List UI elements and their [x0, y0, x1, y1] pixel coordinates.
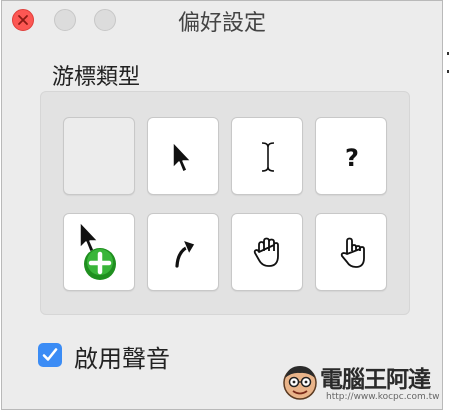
cursor-tile-arrow[interactable] — [147, 117, 219, 195]
cursor-tile-ibeam[interactable] — [231, 117, 303, 195]
cursor-tile-help[interactable]: ? — [315, 117, 387, 195]
arrow-pointer-icon — [172, 141, 192, 173]
arrow-plus-badge-icon — [79, 221, 116, 280]
edge-tick — [447, 52, 449, 55]
watermark-logo: 電腦王阿達 http://www.kocpc.com.tw — [280, 356, 446, 408]
mascot-face-icon — [283, 366, 317, 400]
svg-text:?: ? — [345, 144, 359, 172]
window-edge — [446, 0, 449, 414]
cursor-tile-blank[interactable] — [63, 117, 135, 195]
cursor-tile-open-hand[interactable] — [231, 213, 303, 291]
open-hand-icon — [253, 237, 279, 267]
edge-tick — [447, 70, 449, 73]
enable-sound-checkbox[interactable] — [38, 343, 62, 367]
cursor-tile-alias[interactable] — [147, 213, 219, 291]
question-mark-icon: ? — [344, 143, 359, 172]
preferences-window: 偏好設定 游標類型 ? 啟用聲音 — [1, 0, 443, 410]
enable-sound-label: 啟用聲音 — [74, 345, 170, 373]
text-ibeam-icon — [261, 141, 275, 173]
cursor-type-label: 游標類型 — [52, 65, 141, 90]
cursor-panel: ? — [40, 91, 410, 315]
title-bar: 偏好設定 — [2, 1, 442, 39]
cursor-tile-copy[interactable] — [63, 213, 135, 291]
pointing-hand-icon — [340, 237, 365, 268]
window-title: 偏好設定 — [177, 11, 266, 36]
watermark-title: 電腦王阿達 — [320, 367, 431, 393]
watermark-url: http://www.kocpc.com.tw — [326, 392, 440, 402]
cursor-tile-pointing-hand[interactable] — [315, 213, 387, 291]
checkmark-icon — [42, 348, 58, 361]
curved-arrow-icon — [174, 239, 196, 269]
